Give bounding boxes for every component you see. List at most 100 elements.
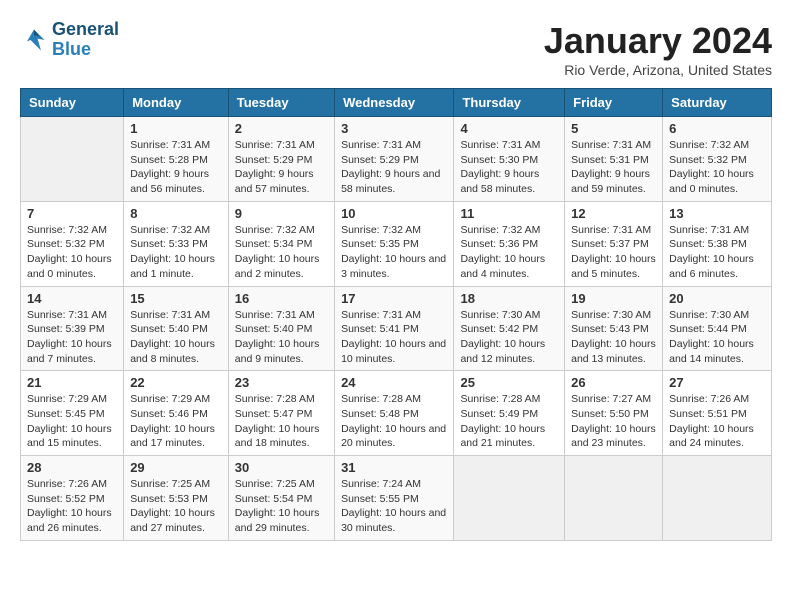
- day-number: 26: [571, 375, 656, 390]
- day-header-monday: Monday: [124, 89, 229, 117]
- calendar-cell: 21 Sunrise: 7:29 AM Sunset: 5:45 PM Dayl…: [21, 371, 124, 456]
- title-block: January 2024 Rio Verde, Arizona, United …: [544, 20, 772, 78]
- calendar-week-row: 28 Sunrise: 7:26 AM Sunset: 5:52 PM Dayl…: [21, 456, 772, 541]
- daylight-label: Daylight: 10 hours and 2 minutes.: [235, 253, 320, 280]
- sunrise-label: Sunrise: 7:27 AM: [571, 393, 651, 405]
- daylight-label: Daylight: 10 hours and 24 minutes.: [669, 423, 754, 450]
- sunrise-label: Sunrise: 7:31 AM: [669, 224, 749, 236]
- day-number: 6: [669, 121, 765, 136]
- day-info: Sunrise: 7:31 AM Sunset: 5:39 PM Dayligh…: [27, 308, 117, 367]
- sunrise-label: Sunrise: 7:26 AM: [27, 478, 107, 490]
- sunrise-label: Sunrise: 7:32 AM: [669, 139, 749, 151]
- calendar-cell: 5 Sunrise: 7:31 AM Sunset: 5:31 PM Dayli…: [565, 117, 663, 202]
- daylight-label: Daylight: 10 hours and 30 minutes.: [341, 507, 446, 534]
- calendar-cell: 12 Sunrise: 7:31 AM Sunset: 5:37 PM Dayl…: [565, 201, 663, 286]
- daylight-label: Daylight: 10 hours and 12 minutes.: [460, 338, 545, 365]
- sunset-label: Sunset: 5:47 PM: [235, 408, 313, 420]
- sunrise-label: Sunrise: 7:29 AM: [130, 393, 210, 405]
- day-info: Sunrise: 7:31 AM Sunset: 5:41 PM Dayligh…: [341, 308, 447, 367]
- day-info: Sunrise: 7:31 AM Sunset: 5:30 PM Dayligh…: [460, 138, 558, 197]
- sunset-label: Sunset: 5:49 PM: [460, 408, 538, 420]
- calendar-cell: [565, 456, 663, 541]
- day-number: 3: [341, 121, 447, 136]
- day-info: Sunrise: 7:31 AM Sunset: 5:29 PM Dayligh…: [341, 138, 447, 197]
- daylight-label: Daylight: 10 hours and 17 minutes.: [130, 423, 215, 450]
- daylight-label: Daylight: 10 hours and 29 minutes.: [235, 507, 320, 534]
- day-number: 20: [669, 291, 765, 306]
- daylight-label: Daylight: 10 hours and 1 minute.: [130, 253, 215, 280]
- sunset-label: Sunset: 5:31 PM: [571, 154, 649, 166]
- daylight-label: Daylight: 10 hours and 14 minutes.: [669, 338, 754, 365]
- calendar-cell: 9 Sunrise: 7:32 AM Sunset: 5:34 PM Dayli…: [228, 201, 334, 286]
- day-number: 19: [571, 291, 656, 306]
- calendar-title: January 2024: [544, 20, 772, 62]
- calendar-cell: 11 Sunrise: 7:32 AM Sunset: 5:36 PM Dayl…: [454, 201, 565, 286]
- day-number: 10: [341, 206, 447, 221]
- day-info: Sunrise: 7:28 AM Sunset: 5:48 PM Dayligh…: [341, 392, 447, 451]
- sunrise-label: Sunrise: 7:32 AM: [130, 224, 210, 236]
- sunrise-label: Sunrise: 7:31 AM: [235, 309, 315, 321]
- sunrise-label: Sunrise: 7:31 AM: [571, 139, 651, 151]
- sunset-label: Sunset: 5:54 PM: [235, 493, 313, 505]
- day-number: 30: [235, 460, 328, 475]
- daylight-label: Daylight: 9 hours and 57 minutes.: [235, 168, 314, 195]
- day-info: Sunrise: 7:29 AM Sunset: 5:45 PM Dayligh…: [27, 392, 117, 451]
- daylight-label: Daylight: 10 hours and 9 minutes.: [235, 338, 320, 365]
- sunset-label: Sunset: 5:35 PM: [341, 238, 419, 250]
- daylight-label: Daylight: 9 hours and 59 minutes.: [571, 168, 650, 195]
- sunset-label: Sunset: 5:42 PM: [460, 323, 538, 335]
- calendar-cell: 24 Sunrise: 7:28 AM Sunset: 5:48 PM Dayl…: [335, 371, 454, 456]
- calendar-cell: 25 Sunrise: 7:28 AM Sunset: 5:49 PM Dayl…: [454, 371, 565, 456]
- day-number: 7: [27, 206, 117, 221]
- sunrise-label: Sunrise: 7:28 AM: [341, 393, 421, 405]
- daylight-label: Daylight: 10 hours and 7 minutes.: [27, 338, 112, 365]
- day-info: Sunrise: 7:26 AM Sunset: 5:51 PM Dayligh…: [669, 392, 765, 451]
- day-info: Sunrise: 7:26 AM Sunset: 5:52 PM Dayligh…: [27, 477, 117, 536]
- sunset-label: Sunset: 5:33 PM: [130, 238, 208, 250]
- logo-icon: [20, 26, 48, 54]
- sunset-label: Sunset: 5:34 PM: [235, 238, 313, 250]
- day-header-sunday: Sunday: [21, 89, 124, 117]
- daylight-label: Daylight: 9 hours and 58 minutes.: [460, 168, 539, 195]
- daylight-label: Daylight: 10 hours and 3 minutes.: [341, 253, 446, 280]
- calendar-cell: 17 Sunrise: 7:31 AM Sunset: 5:41 PM Dayl…: [335, 286, 454, 371]
- sunset-label: Sunset: 5:46 PM: [130, 408, 208, 420]
- day-number: 31: [341, 460, 447, 475]
- day-info: Sunrise: 7:24 AM Sunset: 5:55 PM Dayligh…: [341, 477, 447, 536]
- sunrise-label: Sunrise: 7:28 AM: [235, 393, 315, 405]
- sunset-label: Sunset: 5:30 PM: [460, 154, 538, 166]
- sunrise-label: Sunrise: 7:31 AM: [130, 309, 210, 321]
- day-number: 24: [341, 375, 447, 390]
- day-header-wednesday: Wednesday: [335, 89, 454, 117]
- sunset-label: Sunset: 5:38 PM: [669, 238, 747, 250]
- calendar-cell: 18 Sunrise: 7:30 AM Sunset: 5:42 PM Dayl…: [454, 286, 565, 371]
- daylight-label: Daylight: 10 hours and 21 minutes.: [460, 423, 545, 450]
- sunrise-label: Sunrise: 7:31 AM: [571, 224, 651, 236]
- calendar-week-row: 7 Sunrise: 7:32 AM Sunset: 5:32 PM Dayli…: [21, 201, 772, 286]
- sunset-label: Sunset: 5:52 PM: [27, 493, 105, 505]
- calendar-cell: 29 Sunrise: 7:25 AM Sunset: 5:53 PM Dayl…: [124, 456, 229, 541]
- calendar-header-row: SundayMondayTuesdayWednesdayThursdayFrid…: [21, 89, 772, 117]
- calendar-table: SundayMondayTuesdayWednesdayThursdayFrid…: [20, 88, 772, 541]
- daylight-label: Daylight: 9 hours and 56 minutes.: [130, 168, 209, 195]
- calendar-week-row: 21 Sunrise: 7:29 AM Sunset: 5:45 PM Dayl…: [21, 371, 772, 456]
- calendar-cell: [454, 456, 565, 541]
- sunrise-label: Sunrise: 7:30 AM: [460, 309, 540, 321]
- day-info: Sunrise: 7:28 AM Sunset: 5:47 PM Dayligh…: [235, 392, 328, 451]
- day-info: Sunrise: 7:30 AM Sunset: 5:42 PM Dayligh…: [460, 308, 558, 367]
- daylight-label: Daylight: 10 hours and 27 minutes.: [130, 507, 215, 534]
- day-number: 21: [27, 375, 117, 390]
- day-number: 23: [235, 375, 328, 390]
- day-info: Sunrise: 7:30 AM Sunset: 5:43 PM Dayligh…: [571, 308, 656, 367]
- daylight-label: Daylight: 10 hours and 13 minutes.: [571, 338, 656, 365]
- sunrise-label: Sunrise: 7:32 AM: [235, 224, 315, 236]
- calendar-cell: 22 Sunrise: 7:29 AM Sunset: 5:46 PM Dayl…: [124, 371, 229, 456]
- page-header: General Blue January 2024 Rio Verde, Ari…: [20, 20, 772, 78]
- calendar-subtitle: Rio Verde, Arizona, United States: [544, 62, 772, 78]
- calendar-cell: 15 Sunrise: 7:31 AM Sunset: 5:40 PM Dayl…: [124, 286, 229, 371]
- day-info: Sunrise: 7:28 AM Sunset: 5:49 PM Dayligh…: [460, 392, 558, 451]
- calendar-cell: 27 Sunrise: 7:26 AM Sunset: 5:51 PM Dayl…: [663, 371, 772, 456]
- daylight-label: Daylight: 10 hours and 20 minutes.: [341, 423, 446, 450]
- day-number: 11: [460, 206, 558, 221]
- day-info: Sunrise: 7:31 AM Sunset: 5:38 PM Dayligh…: [669, 223, 765, 282]
